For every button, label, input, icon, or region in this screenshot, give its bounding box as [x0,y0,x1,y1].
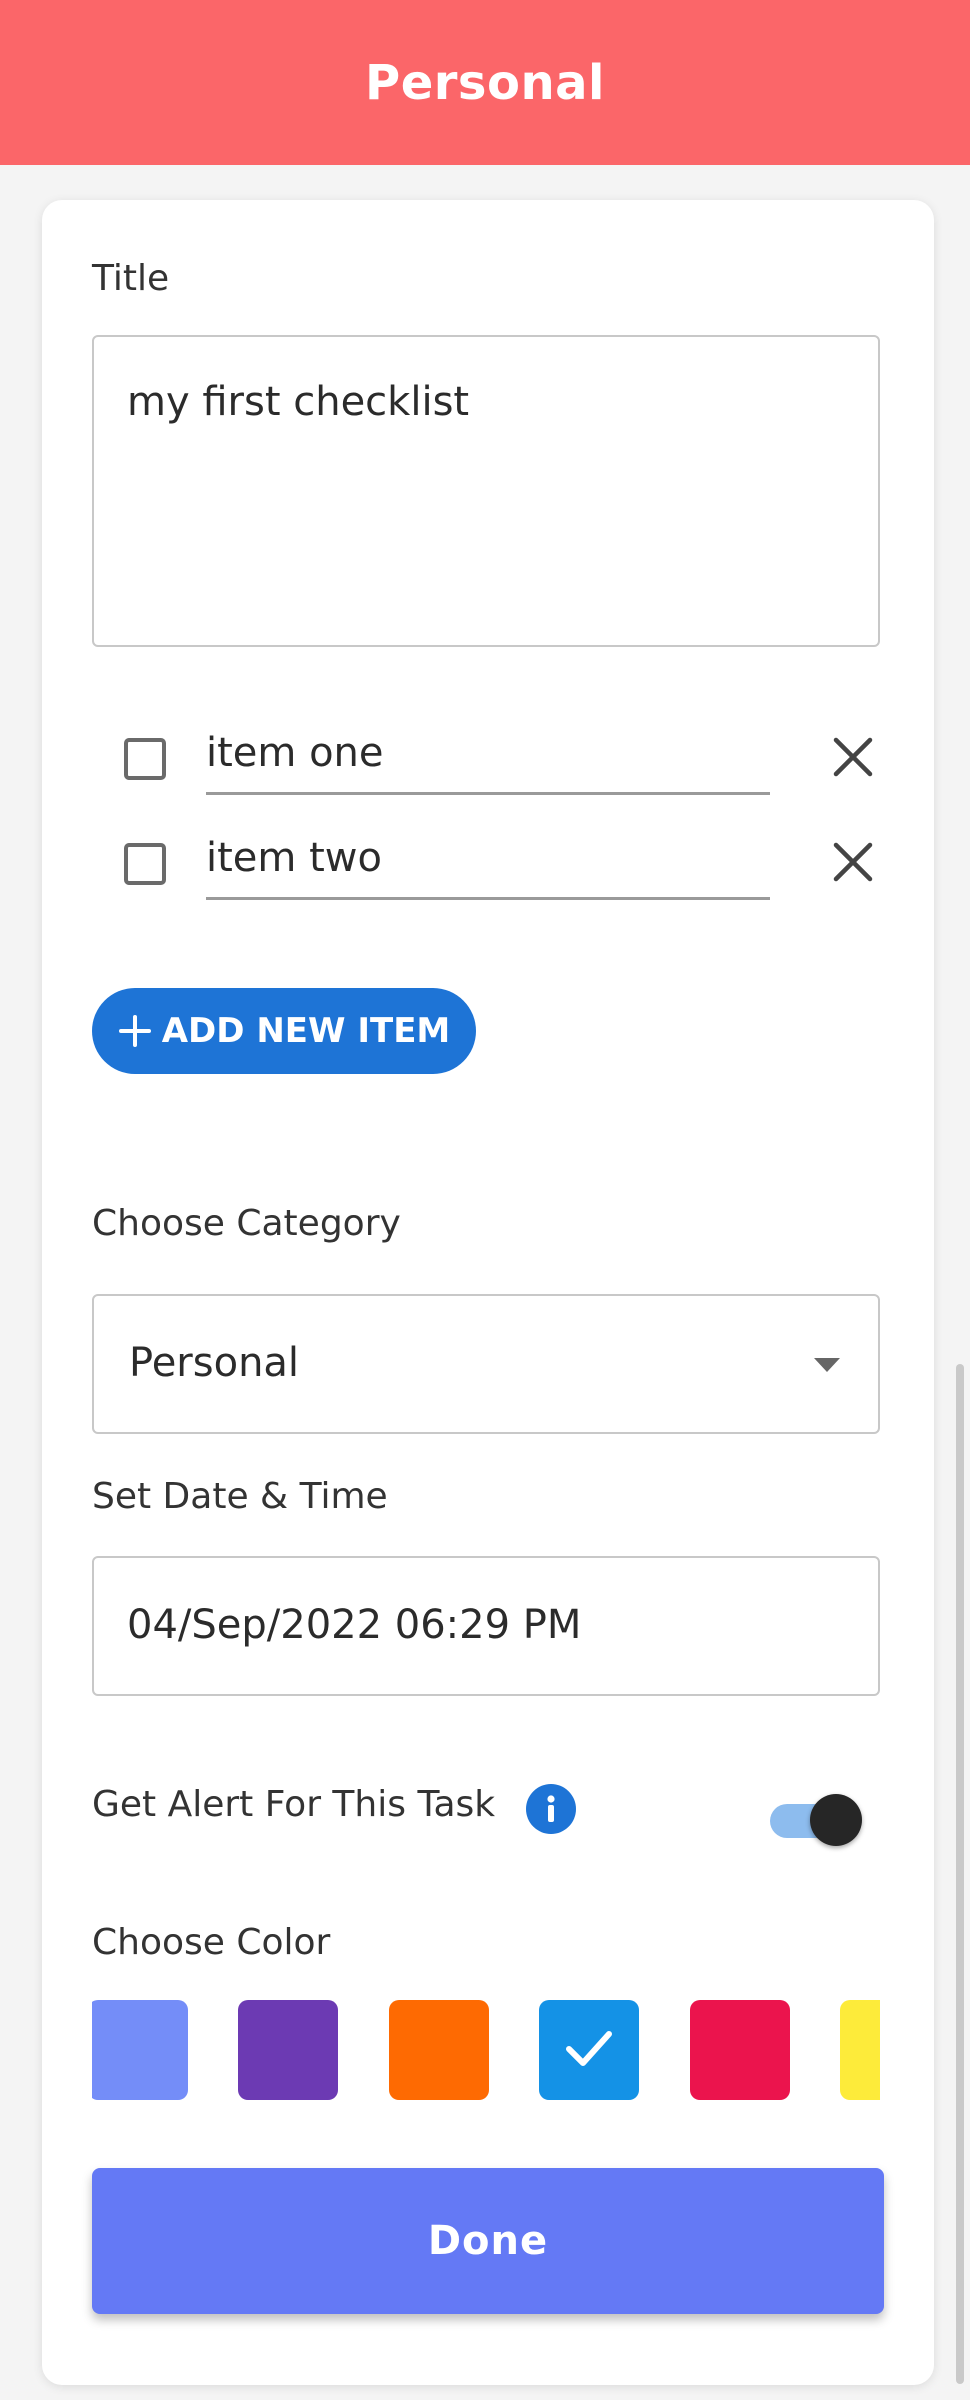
datetime-input[interactable]: 04/Sep/2022 06:29 PM [92,1556,880,1696]
color-swatch[interactable] [539,2000,639,2100]
done-label: Done [427,2218,549,2264]
color-swatch[interactable] [690,2000,790,2100]
color-label: Choose Color [92,1922,331,1963]
alert-toggle[interactable] [766,1792,862,1846]
item-text-field[interactable]: item two [206,823,770,900]
scrollbar[interactable] [956,1364,964,2384]
category-select-value: Personal [129,1340,300,1386]
item-checkbox[interactable] [124,843,166,885]
item-text-field[interactable]: item one [206,718,770,795]
item-checkbox[interactable] [124,738,166,780]
plus-icon [118,1014,152,1048]
category-select[interactable]: Personal [92,1294,880,1434]
color-picker [92,2000,880,2100]
toggle-knob [810,1794,862,1846]
checklist-item: item two [92,823,884,913]
check-icon [561,2020,617,2080]
color-swatch[interactable] [389,2000,489,2100]
color-swatch[interactable] [238,2000,338,2100]
info-icon[interactable] [526,1784,576,1834]
item-text: item one [206,730,384,776]
datetime-label: Set Date & Time [92,1476,388,1517]
checklist-item: item one [92,718,884,808]
title-input[interactable]: my first checklist [92,335,880,647]
add-new-item-button[interactable]: ADD NEW ITEM [92,988,476,1074]
close-icon[interactable] [824,833,882,891]
item-text: item two [206,835,382,881]
datetime-input-value: 04/Sep/2022 06:29 PM [127,1602,582,1648]
color-swatch[interactable] [840,2000,880,2100]
add-new-item-label: ADD NEW ITEM [161,1011,451,1051]
page-title: Personal [365,54,605,111]
caret-down-icon [812,1356,842,1374]
alert-label: Get Alert For This Task [92,1784,496,1825]
title-input-value: my first checklist [127,379,470,425]
task-form-card: Title my first checklist item one item t… [42,200,934,2385]
app-header: Personal [0,0,970,165]
title-label: Title [92,258,170,299]
done-button[interactable]: Done [92,2168,884,2314]
color-swatch[interactable] [92,2000,188,2100]
close-icon[interactable] [824,728,882,786]
category-label: Choose Category [92,1203,401,1244]
